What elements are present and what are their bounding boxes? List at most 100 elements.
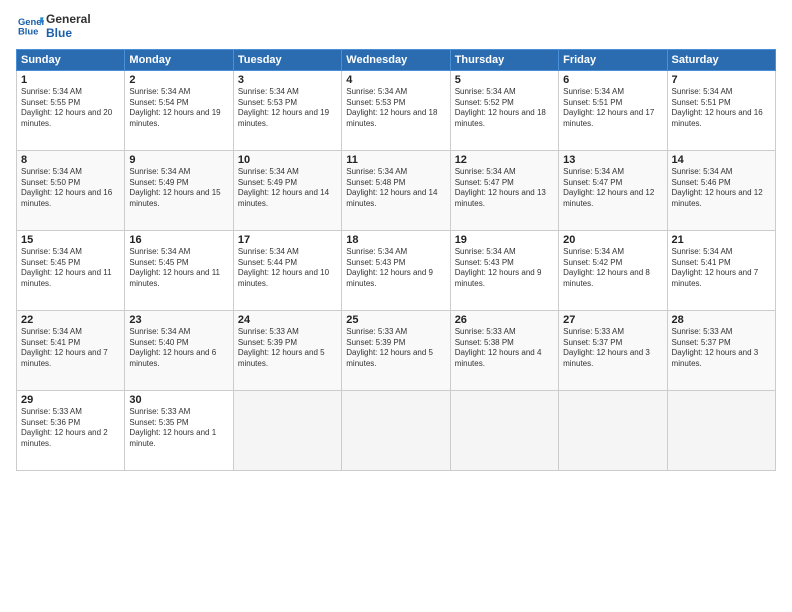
calendar-cell: 1Sunrise: 5:34 AMSunset: 5:55 PMDaylight… xyxy=(17,70,125,150)
calendar-cell: 21Sunrise: 5:34 AMSunset: 5:41 PMDayligh… xyxy=(667,230,775,310)
day-info: Sunrise: 5:34 AMSunset: 5:49 PMDaylight:… xyxy=(129,167,228,210)
day-info: Sunrise: 5:34 AMSunset: 5:41 PMDaylight:… xyxy=(21,327,120,370)
day-number: 19 xyxy=(455,234,554,246)
day-info: Sunrise: 5:33 AMSunset: 5:39 PMDaylight:… xyxy=(346,327,445,370)
day-number: 5 xyxy=(455,74,554,86)
day-info: Sunrise: 5:34 AMSunset: 5:49 PMDaylight:… xyxy=(238,167,337,210)
day-number: 23 xyxy=(129,314,228,326)
day-number: 18 xyxy=(346,234,445,246)
day-info: Sunrise: 5:34 AMSunset: 5:43 PMDaylight:… xyxy=(346,247,445,290)
calendar-cell: 19Sunrise: 5:34 AMSunset: 5:43 PMDayligh… xyxy=(450,230,558,310)
day-number: 12 xyxy=(455,154,554,166)
day-info: Sunrise: 5:34 AMSunset: 5:51 PMDaylight:… xyxy=(563,87,662,130)
day-number: 20 xyxy=(563,234,662,246)
logo: General Blue General Blue xyxy=(16,12,91,41)
calendar-cell: 23Sunrise: 5:34 AMSunset: 5:40 PMDayligh… xyxy=(125,310,233,390)
calendar-week-row: 1Sunrise: 5:34 AMSunset: 5:55 PMDaylight… xyxy=(17,70,776,150)
day-number: 30 xyxy=(129,394,228,406)
calendar-cell: 26Sunrise: 5:33 AMSunset: 5:38 PMDayligh… xyxy=(450,310,558,390)
day-number: 10 xyxy=(238,154,337,166)
day-number: 25 xyxy=(346,314,445,326)
weekday-header-sunday: Sunday xyxy=(17,49,125,70)
calendar-cell: 22Sunrise: 5:34 AMSunset: 5:41 PMDayligh… xyxy=(17,310,125,390)
calendar-cell: 15Sunrise: 5:34 AMSunset: 5:45 PMDayligh… xyxy=(17,230,125,310)
day-info: Sunrise: 5:33 AMSunset: 5:35 PMDaylight:… xyxy=(129,407,228,450)
day-info: Sunrise: 5:34 AMSunset: 5:45 PMDaylight:… xyxy=(21,247,120,290)
day-number: 26 xyxy=(455,314,554,326)
day-info: Sunrise: 5:34 AMSunset: 5:47 PMDaylight:… xyxy=(455,167,554,210)
day-info: Sunrise: 5:34 AMSunset: 5:54 PMDaylight:… xyxy=(129,87,228,130)
calendar-cell: 13Sunrise: 5:34 AMSunset: 5:47 PMDayligh… xyxy=(559,150,667,230)
calendar-cell xyxy=(233,390,341,470)
logo-icon: General Blue xyxy=(16,14,44,38)
calendar-cell: 5Sunrise: 5:34 AMSunset: 5:52 PMDaylight… xyxy=(450,70,558,150)
day-number: 9 xyxy=(129,154,228,166)
page: General Blue General Blue SundayMondayTu… xyxy=(0,0,792,612)
day-number: 11 xyxy=(346,154,445,166)
day-info: Sunrise: 5:34 AMSunset: 5:50 PMDaylight:… xyxy=(21,167,120,210)
day-info: Sunrise: 5:33 AMSunset: 5:39 PMDaylight:… xyxy=(238,327,337,370)
weekday-header-monday: Monday xyxy=(125,49,233,70)
day-info: Sunrise: 5:34 AMSunset: 5:53 PMDaylight:… xyxy=(238,87,337,130)
calendar-cell: 11Sunrise: 5:34 AMSunset: 5:48 PMDayligh… xyxy=(342,150,450,230)
day-number: 21 xyxy=(672,234,771,246)
day-number: 1 xyxy=(21,74,120,86)
day-info: Sunrise: 5:34 AMSunset: 5:51 PMDaylight:… xyxy=(672,87,771,130)
weekday-header-row: SundayMondayTuesdayWednesdayThursdayFrid… xyxy=(17,49,776,70)
svg-text:Blue: Blue xyxy=(18,26,38,37)
calendar-cell: 7Sunrise: 5:34 AMSunset: 5:51 PMDaylight… xyxy=(667,70,775,150)
day-number: 7 xyxy=(672,74,771,86)
weekday-header-wednesday: Wednesday xyxy=(342,49,450,70)
calendar-cell: 28Sunrise: 5:33 AMSunset: 5:37 PMDayligh… xyxy=(667,310,775,390)
day-info: Sunrise: 5:34 AMSunset: 5:46 PMDaylight:… xyxy=(672,167,771,210)
logo-text: General Blue xyxy=(46,12,91,41)
calendar-cell xyxy=(559,390,667,470)
calendar-week-row: 22Sunrise: 5:34 AMSunset: 5:41 PMDayligh… xyxy=(17,310,776,390)
calendar-cell: 9Sunrise: 5:34 AMSunset: 5:49 PMDaylight… xyxy=(125,150,233,230)
day-info: Sunrise: 5:33 AMSunset: 5:36 PMDaylight:… xyxy=(21,407,120,450)
calendar-cell: 10Sunrise: 5:34 AMSunset: 5:49 PMDayligh… xyxy=(233,150,341,230)
calendar-week-row: 8Sunrise: 5:34 AMSunset: 5:50 PMDaylight… xyxy=(17,150,776,230)
day-number: 8 xyxy=(21,154,120,166)
day-info: Sunrise: 5:34 AMSunset: 5:48 PMDaylight:… xyxy=(346,167,445,210)
calendar-cell: 27Sunrise: 5:33 AMSunset: 5:37 PMDayligh… xyxy=(559,310,667,390)
weekday-header-thursday: Thursday xyxy=(450,49,558,70)
calendar-cell: 30Sunrise: 5:33 AMSunset: 5:35 PMDayligh… xyxy=(125,390,233,470)
day-info: Sunrise: 5:33 AMSunset: 5:37 PMDaylight:… xyxy=(563,327,662,370)
day-number: 24 xyxy=(238,314,337,326)
day-info: Sunrise: 5:34 AMSunset: 5:41 PMDaylight:… xyxy=(672,247,771,290)
day-info: Sunrise: 5:34 AMSunset: 5:55 PMDaylight:… xyxy=(21,87,120,130)
day-info: Sunrise: 5:34 AMSunset: 5:52 PMDaylight:… xyxy=(455,87,554,130)
header: General Blue General Blue xyxy=(16,12,776,41)
day-number: 15 xyxy=(21,234,120,246)
day-number: 29 xyxy=(21,394,120,406)
day-info: Sunrise: 5:33 AMSunset: 5:37 PMDaylight:… xyxy=(672,327,771,370)
day-info: Sunrise: 5:34 AMSunset: 5:47 PMDaylight:… xyxy=(563,167,662,210)
day-number: 14 xyxy=(672,154,771,166)
calendar-cell: 8Sunrise: 5:34 AMSunset: 5:50 PMDaylight… xyxy=(17,150,125,230)
weekday-header-tuesday: Tuesday xyxy=(233,49,341,70)
calendar-cell: 6Sunrise: 5:34 AMSunset: 5:51 PMDaylight… xyxy=(559,70,667,150)
day-info: Sunrise: 5:34 AMSunset: 5:45 PMDaylight:… xyxy=(129,247,228,290)
day-number: 22 xyxy=(21,314,120,326)
day-info: Sunrise: 5:34 AMSunset: 5:40 PMDaylight:… xyxy=(129,327,228,370)
calendar-cell: 18Sunrise: 5:34 AMSunset: 5:43 PMDayligh… xyxy=(342,230,450,310)
weekday-header-friday: Friday xyxy=(559,49,667,70)
weekday-header-saturday: Saturday xyxy=(667,49,775,70)
calendar-cell: 29Sunrise: 5:33 AMSunset: 5:36 PMDayligh… xyxy=(17,390,125,470)
calendar-cell xyxy=(667,390,775,470)
day-info: Sunrise: 5:33 AMSunset: 5:38 PMDaylight:… xyxy=(455,327,554,370)
day-info: Sunrise: 5:34 AMSunset: 5:42 PMDaylight:… xyxy=(563,247,662,290)
calendar-cell: 12Sunrise: 5:34 AMSunset: 5:47 PMDayligh… xyxy=(450,150,558,230)
calendar-cell: 3Sunrise: 5:34 AMSunset: 5:53 PMDaylight… xyxy=(233,70,341,150)
calendar-cell: 17Sunrise: 5:34 AMSunset: 5:44 PMDayligh… xyxy=(233,230,341,310)
day-info: Sunrise: 5:34 AMSunset: 5:53 PMDaylight:… xyxy=(346,87,445,130)
day-number: 13 xyxy=(563,154,662,166)
day-info: Sunrise: 5:34 AMSunset: 5:43 PMDaylight:… xyxy=(455,247,554,290)
day-number: 27 xyxy=(563,314,662,326)
calendar-cell: 16Sunrise: 5:34 AMSunset: 5:45 PMDayligh… xyxy=(125,230,233,310)
day-info: Sunrise: 5:34 AMSunset: 5:44 PMDaylight:… xyxy=(238,247,337,290)
calendar-cell: 20Sunrise: 5:34 AMSunset: 5:42 PMDayligh… xyxy=(559,230,667,310)
calendar-week-row: 15Sunrise: 5:34 AMSunset: 5:45 PMDayligh… xyxy=(17,230,776,310)
calendar-week-row: 29Sunrise: 5:33 AMSunset: 5:36 PMDayligh… xyxy=(17,390,776,470)
